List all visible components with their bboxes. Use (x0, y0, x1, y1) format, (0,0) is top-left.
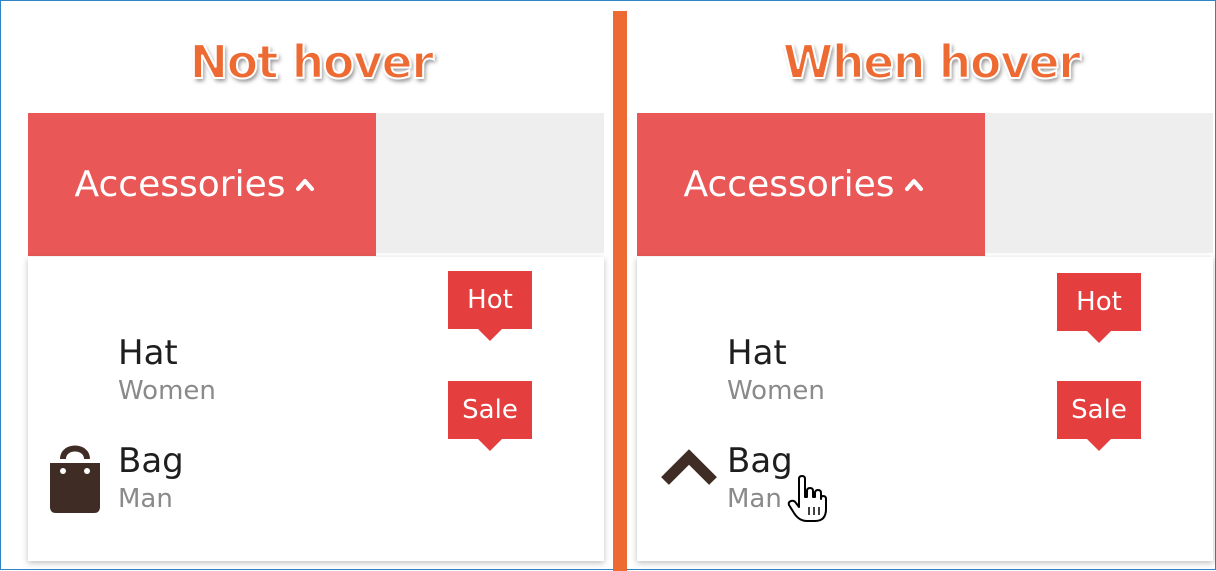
item-title-hat[interactable]: Hat (727, 333, 787, 373)
chevron-up-icon (661, 449, 717, 485)
sale-badge: Sale (448, 381, 532, 451)
item-subtitle-women: Women (727, 376, 825, 406)
right-menu-bar: Accessories (637, 113, 1213, 256)
item-subtitle-man: Man (118, 484, 173, 514)
shopping-bag-icon (50, 445, 100, 513)
left-accessories-tab[interactable]: Accessories (28, 113, 376, 256)
right-accessories-tab[interactable]: Accessories (637, 113, 985, 256)
sale-badge: Sale (1057, 381, 1141, 451)
panel-divider (613, 11, 627, 571)
right-dropdown-menu: Hot Hat Women Sale Bag Man (637, 257, 1213, 561)
right-heading: When hover (782, 34, 1082, 90)
item-title-bag[interactable]: Bag (727, 441, 793, 481)
hot-badge: Hot (1057, 273, 1141, 343)
left-accessories-label: Accessories (74, 164, 286, 205)
left-menu-bar: Accessories (28, 113, 604, 256)
right-accessories-label: Accessories (683, 164, 895, 205)
hot-badge: Hot (448, 271, 532, 341)
item-title-bag[interactable]: Bag (118, 441, 184, 481)
left-dropdown-menu: Hot Hat Women Sale Bag Man (28, 257, 604, 561)
hand-pointer-cursor-icon (787, 475, 827, 522)
screenshot-frame: Not hover Accessories Hot Hat Women Sale… (0, 0, 1216, 571)
left-heading: Not hover (189, 34, 435, 90)
chevron-up-icon (296, 178, 315, 191)
item-title-hat[interactable]: Hat (118, 333, 178, 373)
item-subtitle-women: Women (118, 376, 216, 406)
item-subtitle-man: Man (727, 484, 782, 514)
chevron-up-icon (905, 178, 924, 191)
